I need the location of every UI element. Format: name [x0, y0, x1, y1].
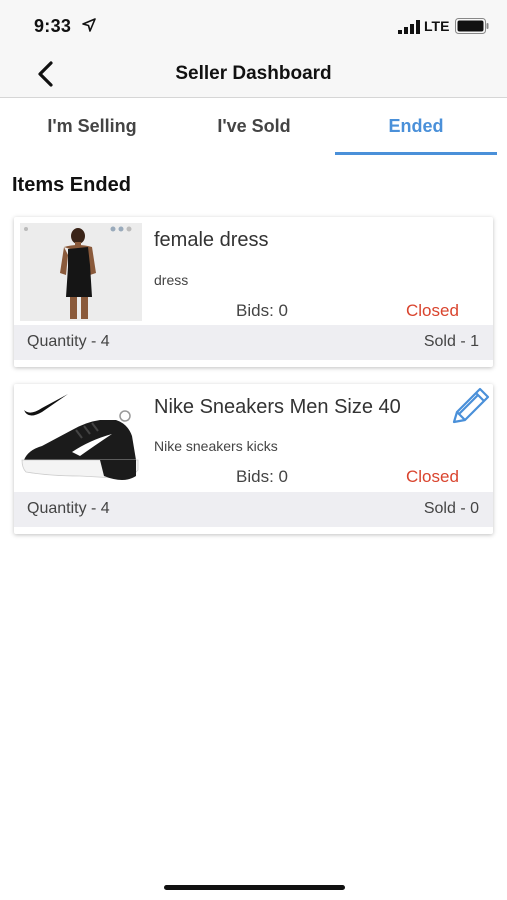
card-footer: Quantity - 4 Sold - 0: [14, 492, 493, 527]
item-title: Nike Sneakers Men Size 40: [154, 396, 401, 418]
sold-label: Sold - 1: [423, 333, 479, 350]
tab-ended[interactable]: Ended: [335, 116, 497, 137]
tab-ive-sold[interactable]: I've Sold: [172, 116, 336, 137]
edit-pencil-icon[interactable]: [448, 386, 493, 426]
section-title: Items Ended: [12, 174, 131, 196]
status-time: 9:33: [34, 16, 72, 36]
status-badge: Closed: [406, 301, 459, 320]
quantity-label: Quantity - 4: [27, 500, 110, 517]
signal-icon: [398, 20, 420, 34]
battery-icon: [455, 18, 489, 34]
tab-bar: I'm Selling I've Sold Ended: [0, 99, 507, 157]
nav-bar: Seller Dashboard: [0, 50, 507, 98]
bids-count: Bids: 0: [236, 467, 288, 486]
card-footer: Quantity - 4 Sold - 1: [14, 325, 493, 360]
location-arrow-icon: [82, 18, 96, 32]
item-card[interactable]: Nike Sneakers Men Size 40 Nike sneakers …: [14, 384, 493, 534]
bids-count: Bids: 0: [236, 301, 288, 320]
tab-im-selling[interactable]: I'm Selling: [0, 116, 184, 137]
sold-label: Sold - 0: [423, 500, 479, 517]
quantity-label: Quantity - 4: [27, 333, 110, 350]
item-subtitle: Nike sneakers kicks: [154, 438, 278, 454]
dress-photo: [20, 223, 142, 321]
page-title: Seller Dashboard: [175, 63, 332, 84]
item-title: female dress: [154, 229, 269, 251]
item-subtitle: dress: [154, 272, 189, 288]
network-label: LTE: [424, 18, 450, 34]
item-card[interactable]: female dress dress Bids: 0 Closed Quanti…: [14, 217, 493, 367]
status-bar: 9:33 LTE: [0, 0, 507, 50]
status-badge: Closed: [406, 467, 459, 486]
home-indicator[interactable]: [164, 885, 345, 890]
sneaker-photo: [20, 390, 142, 488]
active-tab-indicator: [335, 152, 497, 155]
